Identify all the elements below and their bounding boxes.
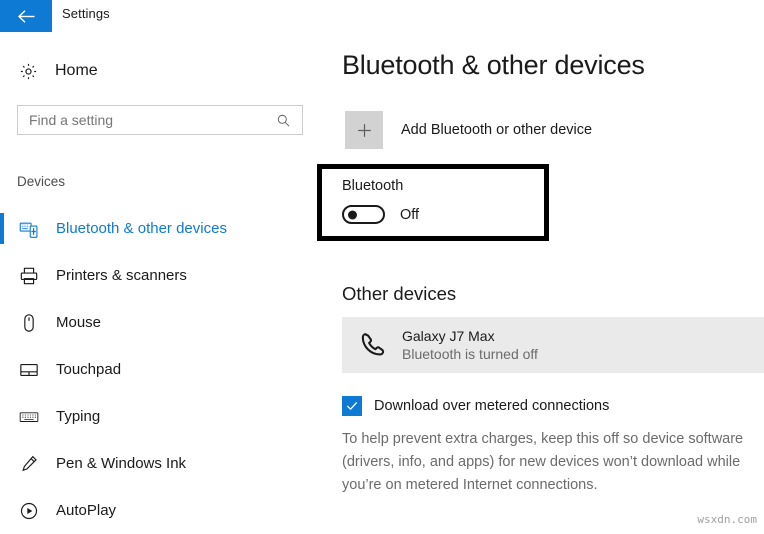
bluetooth-toggle[interactable] — [342, 205, 385, 224]
sidebar-item-printers-scanners[interactable]: Printers & scanners — [0, 252, 330, 299]
sidebar-item-bluetooth-other-devices[interactable]: Bluetooth & other devices — [0, 205, 330, 252]
selection-indicator — [0, 213, 4, 244]
metered-connections-row[interactable]: Download over metered connections — [342, 396, 609, 416]
toggle-knob — [348, 210, 357, 219]
settings-window: Settings Home Devices — [0, 0, 764, 531]
back-arrow-icon — [17, 9, 36, 24]
bluetooth-devices-icon — [17, 217, 41, 241]
add-device-button[interactable]: Add Bluetooth or other device — [345, 111, 592, 149]
main-content: Bluetooth & other devices Add Bluetooth … — [317, 33, 764, 531]
sidebar-item-label: Bluetooth & other devices — [56, 220, 227, 237]
sidebar-item-autoplay[interactable]: AutoPlay — [0, 487, 330, 534]
sidebar-item-touchpad[interactable]: Touchpad — [0, 346, 330, 393]
metered-description: To help prevent extra charges, keep this… — [342, 431, 744, 493]
bluetooth-heading: Bluetooth — [342, 178, 404, 194]
gear-icon — [17, 60, 39, 82]
sidebar-item-label: Pen & Windows Ink — [56, 455, 187, 472]
plus-icon — [345, 111, 383, 149]
sidebar-item-label: Printers & scanners — [56, 267, 187, 284]
sidebar-item-label: Typing — [56, 408, 101, 425]
keyboard-icon — [17, 405, 41, 429]
search-input[interactable] — [18, 107, 270, 133]
sidebar-item-typing[interactable]: Typing — [0, 393, 330, 440]
pen-icon — [17, 452, 41, 476]
mouse-icon — [17, 311, 41, 335]
sidebar-home-label: Home — [55, 62, 98, 79]
watermark: wsxdn.com — [697, 513, 757, 526]
other-devices-heading: Other devices — [342, 283, 457, 304]
page-title: Bluetooth & other devices — [342, 50, 645, 80]
bluetooth-toggle-state: Off — [400, 206, 420, 223]
sidebar-item-home[interactable]: Home — [17, 58, 98, 84]
search-icon — [270, 113, 302, 128]
metered-checkbox[interactable] — [342, 396, 362, 416]
device-status: Bluetooth is turned off — [402, 346, 538, 362]
search-box[interactable] — [17, 105, 303, 135]
metered-label: Download over metered connections — [374, 398, 610, 414]
sidebar-section-label: Devices — [17, 174, 66, 189]
phone-handset-icon — [354, 331, 390, 360]
sidebar: Home Devices — [0, 33, 330, 531]
window-title: Settings — [62, 6, 110, 21]
title-bar: Settings — [0, 0, 764, 33]
bluetooth-setting-group: Bluetooth Off — [342, 178, 419, 224]
sidebar-item-pen-windows-ink[interactable]: Pen & Windows Ink — [0, 440, 330, 487]
back-button[interactable] — [0, 0, 52, 32]
sidebar-item-mouse[interactable]: Mouse — [0, 299, 330, 346]
autoplay-icon — [17, 499, 41, 523]
device-list-item[interactable]: Galaxy J7 Max Bluetooth is turned off — [342, 317, 764, 373]
device-text: Galaxy J7 Max Bluetooth is turned off — [402, 327, 538, 363]
add-device-label: Add Bluetooth or other device — [401, 122, 593, 138]
sidebar-item-label: AutoPlay — [56, 502, 117, 519]
printer-icon — [17, 264, 41, 288]
device-name: Galaxy J7 Max — [402, 328, 495, 344]
bluetooth-toggle-row: Off — [342, 205, 419, 224]
sidebar-item-label: Mouse — [56, 314, 102, 331]
sidebar-nav-list: Bluetooth & other devices Printers & sca… — [0, 205, 330, 534]
touchpad-icon — [17, 358, 41, 382]
sidebar-item-label: Touchpad — [56, 361, 122, 378]
